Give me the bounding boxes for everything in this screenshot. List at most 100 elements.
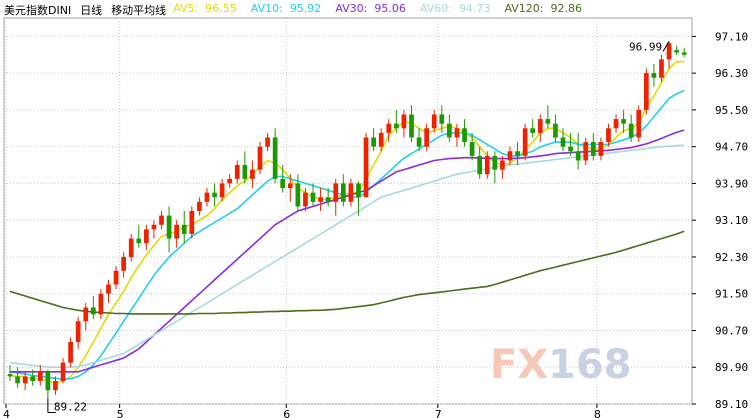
- ma-line-av120: [9, 230, 685, 315]
- candle: [515, 142, 520, 166]
- candle-body: [136, 238, 142, 244]
- candle: [424, 123, 429, 152]
- fx168-watermark: FX 168: [490, 342, 632, 388]
- candle-body: [174, 224, 180, 239]
- candle-body: [265, 137, 270, 147]
- candle-body: [333, 183, 339, 202]
- axes: 97.10 96.30 95.50 94.70 93.90 93.10 92.30 91.50…: [3, 30, 748, 418]
- candle-body: [530, 128, 536, 133]
- candle-body: [613, 119, 619, 129]
- candle: [75, 316, 81, 349]
- candle-body: [643, 73, 649, 110]
- candle-body: [166, 215, 172, 239]
- candle-body: [340, 183, 346, 202]
- y-tick-label: 94.70: [715, 141, 748, 154]
- candle-body: [356, 183, 361, 198]
- candle-body: [659, 59, 664, 78]
- candle: [674, 45, 679, 55]
- candle-body: [30, 376, 36, 382]
- candle: [197, 197, 202, 216]
- candle-body: [37, 371, 43, 382]
- price-chart: FX 168 89.22 96.99 97.10 96.30 95.50 94.70 93…: [3, 17, 748, 418]
- candle-body: [674, 50, 679, 53]
- candle-body: [189, 211, 195, 234]
- candle: [575, 132, 581, 170]
- candle: [553, 114, 558, 143]
- y-tick-label: 93.10: [715, 214, 748, 227]
- candle: [522, 123, 528, 161]
- candle-body: [431, 114, 437, 129]
- candle: [651, 63, 657, 87]
- candle-body: [447, 123, 452, 138]
- candle: [106, 279, 111, 303]
- candle: [681, 47, 687, 58]
- candle: [272, 128, 278, 184]
- candle-body: [325, 197, 331, 202]
- candle-body: [257, 146, 263, 170]
- candle: [492, 151, 498, 184]
- candle: [265, 132, 270, 152]
- candle-body: [409, 114, 414, 138]
- candle: [583, 137, 589, 166]
- candle-body: [560, 137, 566, 147]
- candle-body: [219, 183, 225, 198]
- candle-body: [666, 43, 672, 60]
- candle: [598, 137, 604, 161]
- candle-body: [280, 178, 286, 189]
- candle: [318, 188, 323, 211]
- candle: [128, 233, 134, 262]
- candle-body: [272, 137, 278, 179]
- candle-body: [469, 142, 475, 156]
- x-tick-label: 5: [117, 408, 124, 418]
- candle-body: [439, 114, 445, 124]
- candle: [212, 183, 217, 207]
- candle: [15, 367, 20, 388]
- y-tick-label: 95.50: [715, 104, 748, 117]
- y-tick-label: 89.10: [715, 398, 748, 411]
- candle: [98, 289, 104, 319]
- candle-body: [151, 224, 157, 230]
- candle-body: [90, 307, 96, 315]
- candle: [295, 174, 301, 211]
- ma-line-av30: [10, 129, 685, 373]
- candle-body: [204, 192, 210, 202]
- candle: [530, 119, 536, 138]
- candle: [636, 105, 642, 143]
- candle: [174, 220, 180, 248]
- candle-body: [484, 155, 490, 175]
- candle-body: [250, 169, 255, 179]
- candle-body: [15, 376, 20, 384]
- candle: [234, 160, 240, 184]
- candle-body: [234, 165, 240, 179]
- candle: [613, 114, 619, 133]
- candle-body: [348, 183, 354, 202]
- candle-body: [515, 151, 520, 156]
- candle-body: [287, 183, 293, 189]
- candle-body: [7, 374, 13, 377]
- x-tick-label: 8: [594, 408, 601, 418]
- candle-body: [98, 293, 104, 315]
- candle-body: [401, 114, 407, 129]
- candle-body: [416, 137, 422, 147]
- candle-body: [477, 155, 483, 175]
- candle-body: [121, 256, 126, 271]
- candle: [462, 119, 467, 147]
- candle-body: [363, 137, 369, 198]
- candle: [166, 206, 172, 253]
- y-tick-label: 93.90: [715, 177, 748, 190]
- candle-body: [492, 155, 498, 170]
- candle-body: [590, 142, 596, 156]
- candle-body: [636, 109, 642, 138]
- candle: [136, 224, 142, 248]
- candle-body: [212, 192, 217, 198]
- candle: [242, 151, 248, 184]
- candle-body: [583, 142, 589, 161]
- x-tick-label: 7: [435, 408, 442, 418]
- candle-body: [159, 215, 164, 225]
- candle-body: [106, 284, 111, 294]
- candle: [7, 364, 13, 382]
- candle: [401, 109, 407, 138]
- candle: [363, 132, 369, 198]
- candle-body: [242, 165, 248, 179]
- candle-body: [378, 132, 384, 147]
